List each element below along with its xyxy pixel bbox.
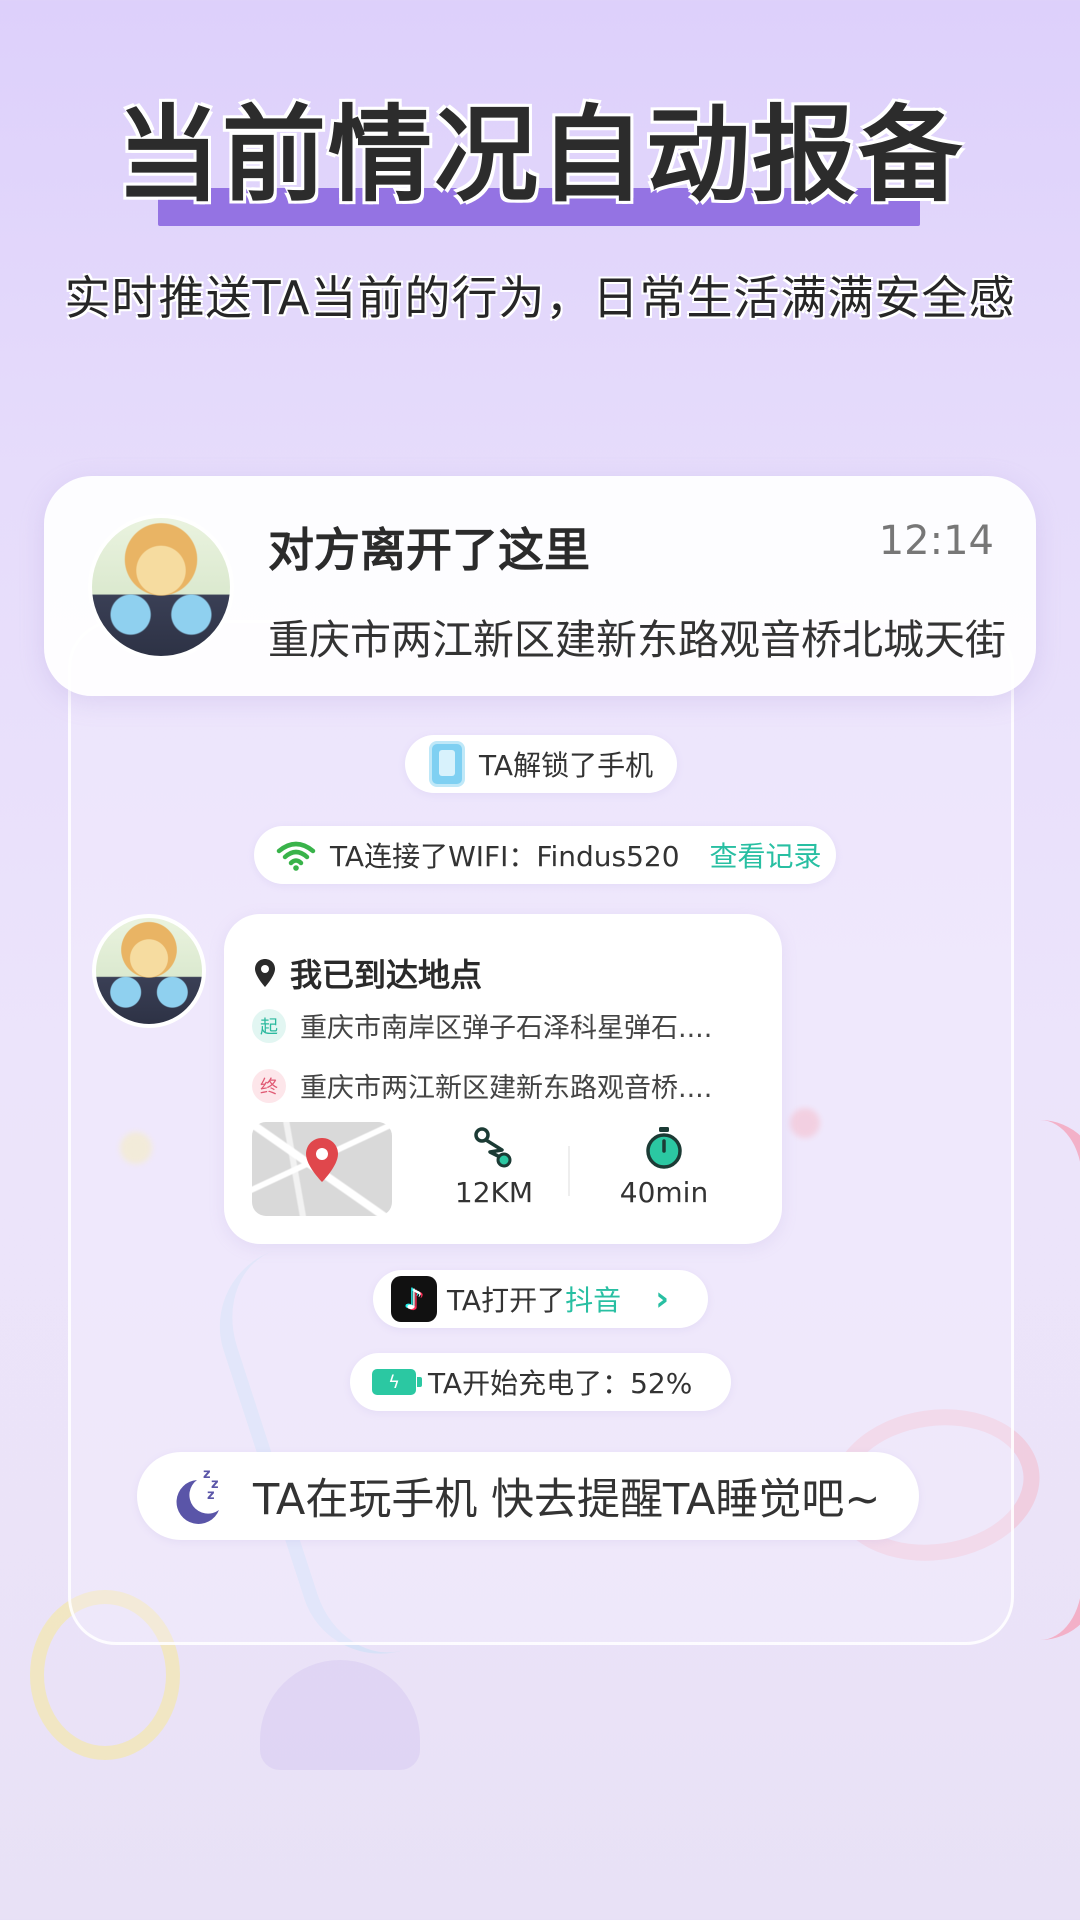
app-open-pill[interactable]: ♪ TA打开了 抖音 › [373,1270,708,1328]
wifi-icon [276,841,316,871]
end-tag: 终 [252,1068,286,1103]
sleep-reminder-pill[interactable]: z z z TA在玩手机 快去提醒TA睡觉吧~ [137,1452,919,1540]
sleep-reminder-text: TA在玩手机 快去提醒TA睡觉吧~ [253,1475,881,1525]
avatar-small [92,914,206,1028]
battery-charging-icon: ϟ [372,1369,422,1395]
notification-time: 12:14 [878,518,994,564]
svg-text:z: z [203,1467,211,1482]
wifi-event-pill: TA连接了WIFI：Findus520 查看记录 [254,826,836,884]
unlock-event-text: TA解锁了手机 [479,749,654,782]
distance-value: 12KM [454,1176,534,1209]
svg-text:z: z [207,1488,215,1503]
unlock-event-pill: TA解锁了手机 [405,735,677,793]
route-end-row: 终 重庆市两江新区建新东路观音桥.... [252,1066,712,1105]
map-thumbnail[interactable] [252,1122,392,1216]
wifi-event-text: TA连接了WIFI：Findus520 [330,840,680,873]
avatar [88,514,234,660]
duration-value: 40min [619,1176,709,1209]
location-pin-icon [255,959,275,987]
phone-icon [429,741,465,787]
douyin-icon: ♪ [391,1276,437,1322]
view-records-link[interactable]: 查看记录 [710,835,822,875]
app-open-name: 抖音 [565,1284,622,1317]
end-address: 重庆市两江新区建新东路观音桥.... [300,1073,713,1104]
headline: 当前情况自动报备 [106,95,974,215]
start-address: 重庆市南岸区弹子石泽科星弹石.... [300,1013,713,1044]
subheadline: 实时推送TA当前的行为，日常生活满满安全感 [64,271,1016,325]
notification-address: 重庆市两江新区建新东路观音桥北城天街 [268,616,1006,664]
arrival-title: 我已到达地点 [290,956,483,994]
route-icon [474,1127,512,1168]
notification-title: 对方离开了这里 [268,523,590,577]
arrival-card[interactable]: 我已到达地点 起 重庆市南岸区弹子石泽科星弹石.... 终 重庆市两江新区建新东… [224,914,782,1244]
charging-event-text: TA开始充电了：52% [428,1367,693,1400]
app-open-prefix: TA打开了 [447,1284,566,1317]
headline-text: 当前情况自动报备 [115,94,964,216]
charging-event-pill: ϟ TA开始充电了：52% [350,1353,731,1411]
arrival-header: 我已到达地点 [254,950,482,996]
decor-purple-blob [260,1660,420,1770]
duration-stat: 40min [594,1126,734,1209]
distance-stat: 12KM [434,1126,554,1209]
chevron-right-icon: › [655,1279,670,1319]
map-pin-icon [306,1138,338,1182]
headline-container: 当前情况自动报备 [0,95,1080,215]
decor-pink-arc [1010,1120,1080,1640]
stopwatch-icon [646,1127,682,1169]
moon-sleep-icon: z z z [176,1467,219,1524]
start-tag: 起 [252,1008,286,1043]
stat-divider [568,1146,570,1196]
route-start-row: 起 重庆市南岸区弹子石泽科星弹石.... [252,1006,712,1045]
